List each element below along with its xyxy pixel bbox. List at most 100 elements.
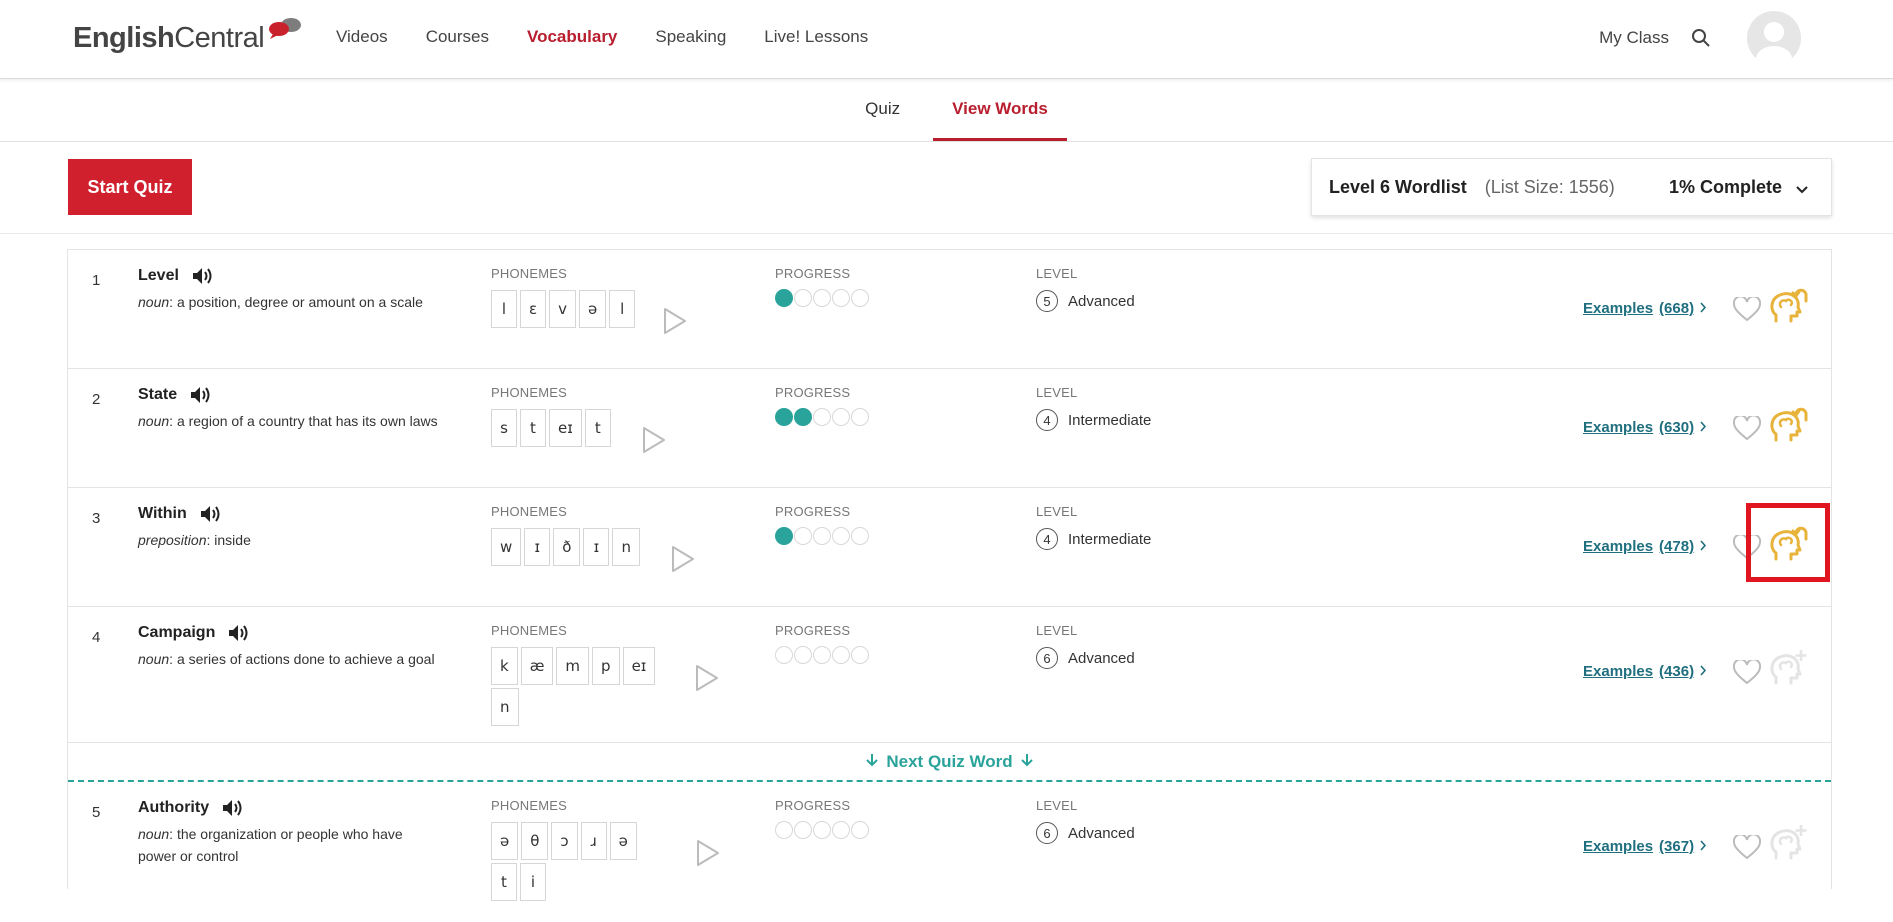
examples-link[interactable]: Examples (436) <box>1583 663 1707 680</box>
phoneme[interactable]: ə <box>491 822 519 860</box>
phoneme[interactable]: n <box>612 528 640 566</box>
examples-count: (668) <box>1659 300 1695 317</box>
word-level: 4 Intermediate <box>1036 409 1151 431</box>
phoneme[interactable]: ɛ <box>520 290 547 328</box>
avatar[interactable] <box>1747 11 1801 65</box>
nav-speaking[interactable]: Speaking <box>655 24 726 50</box>
definition-text: a region of a country that has its own l… <box>176 413 438 429</box>
phoneme[interactable]: w <box>491 528 522 566</box>
word-title: Level <box>138 266 215 286</box>
examples-link[interactable]: Examples (478) <box>1583 538 1707 555</box>
phoneme[interactable]: s <box>491 409 517 447</box>
phoneme[interactable]: ð <box>553 528 581 566</box>
phoneme[interactable]: p <box>592 647 620 685</box>
word-list: 1 Level noun: a position, degree or amou… <box>67 249 1832 901</box>
chevron-right-icon <box>1700 538 1707 555</box>
tab-view-words[interactable]: View Words <box>933 79 1067 141</box>
progress-dot <box>851 646 869 664</box>
play-icon[interactable] <box>669 544 697 574</box>
tab-quiz[interactable]: Quiz <box>846 79 919 141</box>
englishcentral-logo[interactable]: English Central <box>73 17 303 58</box>
my-class-link[interactable]: My Class <box>1599 28 1669 48</box>
progress-dot <box>794 646 812 664</box>
word-text: Authority <box>138 799 210 816</box>
phoneme[interactable]: ə <box>609 822 637 860</box>
phonemes-label: PHONEMES <box>491 504 568 519</box>
phoneme[interactable]: eɪ <box>549 409 582 447</box>
brain-learned-icon[interactable] <box>1768 285 1810 325</box>
progress-dot <box>813 408 831 426</box>
progress-dot <box>775 289 793 307</box>
speaker-icon[interactable] <box>189 385 213 405</box>
speaker-icon[interactable] <box>227 623 251 643</box>
search-icon[interactable] <box>1691 27 1713 49</box>
phonemes-label: PHONEMES <box>491 623 568 638</box>
phoneme[interactable]: l <box>609 290 636 328</box>
play-icon[interactable] <box>640 425 668 455</box>
heart-icon[interactable] <box>1732 414 1762 442</box>
speaker-icon[interactable] <box>221 798 245 818</box>
phoneme[interactable]: t <box>520 409 546 447</box>
phoneme[interactable]: ɔ <box>551 822 578 860</box>
word-index: 1 <box>92 272 101 289</box>
definition-text: a position, degree or amount on a scale <box>176 294 423 310</box>
phoneme[interactable]: ɹ <box>580 822 607 860</box>
nav-vocabulary[interactable]: Vocabulary <box>527 24 617 50</box>
definition-text: a series of actions done to achieve a go… <box>176 651 435 667</box>
brain-learned-icon[interactable] <box>1768 404 1810 444</box>
examples-count: (367) <box>1659 838 1695 855</box>
phoneme[interactable]: v <box>549 290 576 328</box>
phoneme[interactable]: k <box>491 647 518 685</box>
nav-courses[interactable]: Courses <box>426 24 489 50</box>
heart-icon[interactable] <box>1732 658 1762 686</box>
phoneme[interactable]: l <box>491 290 517 328</box>
level-label: LEVEL <box>1036 385 1078 400</box>
progress-dot <box>813 527 831 545</box>
level-badge: 6 <box>1036 822 1058 844</box>
phoneme[interactable]: ə <box>579 290 607 328</box>
highlight-box <box>1746 503 1830 582</box>
progress-dot <box>851 527 869 545</box>
phoneme[interactable]: t <box>491 863 517 901</box>
wordlist-dropdown[interactable]: Level 6 Wordlist (List Size: 1556) 1% Co… <box>1311 158 1832 216</box>
level-badge: 4 <box>1036 528 1058 550</box>
heart-icon[interactable] <box>1732 833 1762 861</box>
examples-link[interactable]: Examples (367) <box>1583 838 1707 855</box>
wordlist-name: Level 6 Wordlist <box>1329 176 1467 197</box>
phoneme[interactable]: n <box>491 688 519 726</box>
nav-videos[interactable]: Videos <box>336 24 388 50</box>
nav-live-lessons[interactable]: Live! Lessons <box>764 24 868 50</box>
progress-label: PROGRESS <box>775 504 851 519</box>
phoneme[interactable]: ɪ <box>583 528 610 566</box>
speaker-icon[interactable] <box>199 504 223 524</box>
phoneme[interactable]: æ <box>520 647 554 685</box>
phoneme[interactable]: θ <box>521 822 549 860</box>
progress-dot <box>794 289 812 307</box>
brain-add-icon[interactable] <box>1768 647 1810 687</box>
definition-text: the organization or people who have powe… <box>138 826 403 864</box>
progress-dots <box>775 821 869 839</box>
progress-dot <box>813 821 831 839</box>
speaker-icon[interactable] <box>191 266 215 286</box>
user-silhouette-icon <box>1756 22 1792 65</box>
phoneme[interactable]: t <box>584 409 611 447</box>
examples-link[interactable]: Examples (630) <box>1583 419 1707 436</box>
phonemes-label: PHONEMES <box>491 385 568 400</box>
level-label: LEVEL <box>1036 504 1078 519</box>
phoneme[interactable]: ɪ <box>524 528 551 566</box>
examples-link[interactable]: Examples (668) <box>1583 300 1707 317</box>
level-name: Intermediate <box>1068 411 1152 429</box>
sub-tabs: Quiz View Words <box>0 79 1893 142</box>
heart-icon[interactable] <box>1732 295 1762 323</box>
play-icon[interactable] <box>693 663 721 693</box>
start-quiz-button[interactable]: Start Quiz <box>68 159 192 215</box>
play-icon[interactable] <box>694 838 722 868</box>
brain-add-icon[interactable] <box>1768 822 1810 862</box>
play-icon[interactable] <box>661 306 689 336</box>
word-text: State <box>138 386 178 403</box>
phoneme[interactable]: eɪ <box>622 647 656 685</box>
phoneme[interactable]: i <box>520 863 546 901</box>
level-badge: 6 <box>1036 647 1058 669</box>
chevron-right-icon <box>1700 419 1707 436</box>
phoneme[interactable]: m <box>556 647 590 685</box>
